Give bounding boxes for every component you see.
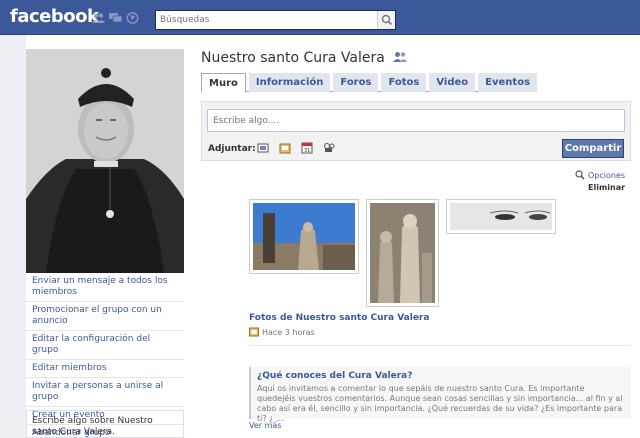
priest-portrait-image	[26, 49, 184, 273]
post-time: Hace 3 horas	[262, 327, 315, 337]
attach-label: Adjuntar:	[208, 144, 256, 154]
post-input[interactable]	[207, 109, 625, 132]
send-message-link[interactable]: Enviar un mensaje a todos los miembros	[26, 273, 184, 302]
svg-text:31: 31	[304, 148, 310, 154]
feed-divider	[249, 345, 631, 346]
promote-group-link[interactable]: Promocionar el grupo con un anuncio	[26, 302, 184, 331]
post-timestamp: Hace 3 horas	[249, 327, 315, 337]
discussion-title[interactable]: ¿Qué conoces del Cura Valera?	[257, 371, 625, 381]
title-row: Nuestro santo Cura Valera	[201, 50, 407, 66]
photo-icon[interactable]	[257, 142, 269, 154]
magnifier-icon	[575, 170, 585, 180]
photo-thumbnail[interactable]	[366, 199, 439, 307]
share-button[interactable]: Compartir	[562, 139, 624, 158]
group-profile-photo[interactable]	[26, 49, 184, 273]
see-more-link[interactable]: Ver más	[249, 421, 281, 430]
statue-photo-image	[253, 203, 355, 270]
event-icon[interactable]: 31	[301, 142, 313, 154]
discussion-body: Aquí os invitamos a comentar lo que sepá…	[257, 384, 623, 423]
options-label: Opciones	[588, 170, 626, 180]
eyes-closeup-image	[450, 203, 552, 230]
edit-group-settings-link[interactable]: Editar la configuración del grupo	[26, 331, 184, 360]
tab-muro[interactable]: Muro	[201, 73, 246, 93]
top-icons	[92, 12, 139, 24]
facebook-logo[interactable]: facebook	[10, 6, 99, 27]
profile-tabs: Muro Información Foros Fotos Video Event…	[201, 73, 538, 93]
options-link[interactable]: Opciones	[575, 170, 625, 180]
left-gutter	[0, 35, 26, 438]
page-title: Nuestro santo Cura Valera	[201, 50, 385, 66]
group-icon	[392, 51, 407, 66]
tab-informacion[interactable]: Información	[248, 73, 331, 92]
edit-members-link[interactable]: Editar miembros	[26, 360, 184, 378]
photo-thumbnail[interactable]	[249, 199, 359, 274]
notifications-globe-icon[interactable]	[126, 12, 139, 24]
photos-post-title[interactable]: Fotos de Nuestro santo Cura Valera	[249, 313, 429, 323]
search-input[interactable]	[156, 11, 376, 29]
discussion-post: ¿Qué conoces del Cura Valera? Aquí os in…	[249, 367, 631, 423]
tab-fotos[interactable]: Fotos	[381, 73, 427, 92]
friend-requests-icon[interactable]	[92, 12, 105, 24]
tab-video[interactable]: Video	[429, 73, 476, 92]
search-icon	[381, 14, 393, 26]
top-navigation-bar: facebook	[0, 0, 640, 35]
messages-icon[interactable]	[109, 12, 123, 24]
relief-sculpture-image	[370, 203, 435, 303]
group-about-field[interactable]: Escribe algo sobre Nuestro santo Cura Va…	[26, 410, 184, 438]
link-icon[interactable]	[279, 142, 291, 154]
tab-foros[interactable]: Foros	[333, 73, 379, 92]
attach-icons: 31	[257, 142, 335, 154]
invite-people-link[interactable]: Invitar a personas a unirse al grupo	[26, 378, 184, 407]
photo-album-icon	[249, 327, 259, 337]
tab-eventos[interactable]: Eventos	[478, 73, 538, 92]
post-composer: Adjuntar: 31 Compartir	[201, 101, 631, 161]
photo-thumbnail[interactable]	[446, 199, 556, 234]
delete-link[interactable]: Eliminar	[588, 183, 625, 192]
search-box	[155, 10, 396, 30]
search-button[interactable]	[377, 11, 395, 29]
video-icon[interactable]	[323, 142, 335, 154]
